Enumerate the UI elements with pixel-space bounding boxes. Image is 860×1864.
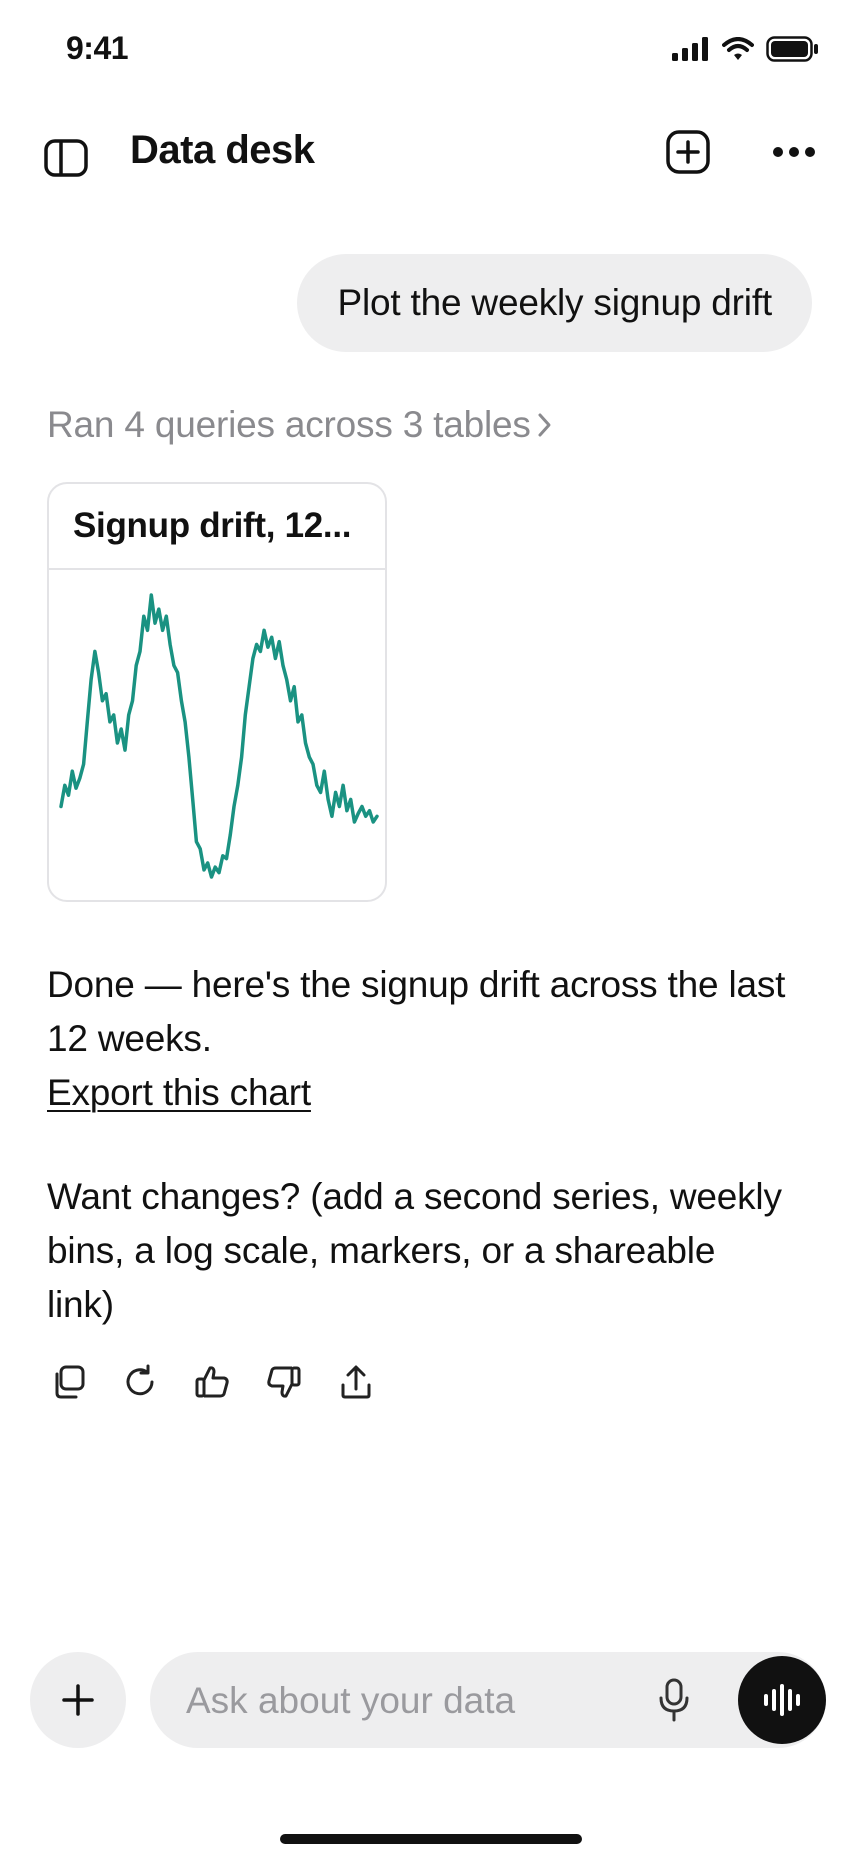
assistant-summary: Done — here's the signup drift across th… bbox=[47, 964, 786, 1059]
message-input[interactable] bbox=[184, 1652, 648, 1750]
regenerate-icon bbox=[126, 1364, 154, 1396]
page-title: Data desk bbox=[130, 128, 315, 172]
chart-card[interactable]: Signup drift, 12... bbox=[47, 482, 387, 902]
voice-mode-button[interactable] bbox=[738, 1656, 826, 1744]
copy-icon bbox=[55, 1365, 85, 1399]
copy-button[interactable] bbox=[44, 1358, 92, 1406]
battery-icon bbox=[766, 36, 818, 62]
user-message-text: Plot the weekly signup drift bbox=[337, 282, 772, 323]
wifi-icon bbox=[722, 37, 754, 60]
export-chart-link[interactable]: Export this chart bbox=[47, 1072, 311, 1113]
thumbs-down-icon bbox=[267, 1366, 301, 1398]
chart-title: Signup drift, 12... bbox=[49, 484, 385, 570]
line-chart bbox=[59, 593, 379, 879]
user-message-bubble: Plot the weekly signup drift bbox=[297, 254, 812, 352]
new-chat-icon bbox=[666, 130, 710, 174]
sidebar-toggle-button[interactable] bbox=[40, 132, 92, 184]
status-icons bbox=[672, 36, 820, 62]
queries-summary-text: Ran 4 queries across 3 tables bbox=[47, 404, 531, 445]
message-actions bbox=[44, 1358, 380, 1406]
composer bbox=[150, 1652, 826, 1750]
share-button[interactable] bbox=[332, 1358, 380, 1406]
voice-waveform-icon bbox=[764, 1684, 800, 1716]
signal-icon bbox=[672, 37, 708, 61]
regenerate-button[interactable] bbox=[116, 1358, 164, 1406]
thumbs-up-icon bbox=[195, 1366, 229, 1398]
chevron-right-icon bbox=[538, 413, 551, 437]
sidebar-toggle-icon bbox=[44, 139, 88, 177]
share-icon bbox=[341, 1365, 371, 1399]
plus-icon bbox=[62, 1684, 94, 1716]
assistant-followup: Want changes? (add a second series, week… bbox=[47, 1176, 782, 1325]
status-time: 9:41 bbox=[66, 30, 129, 66]
thumbs-down-button[interactable] bbox=[260, 1358, 308, 1406]
new-chat-button[interactable] bbox=[664, 128, 712, 176]
assistant-message: Done — here's the signup drift across th… bbox=[47, 958, 787, 1332]
chart-series-line bbox=[59, 593, 379, 879]
queries-summary[interactable]: Ran 4 queries across 3 tables bbox=[47, 404, 553, 446]
microphone-button[interactable] bbox=[644, 1670, 704, 1730]
microphone-icon bbox=[659, 1678, 689, 1722]
home-indicator bbox=[280, 1834, 582, 1844]
thumbs-up-button[interactable] bbox=[188, 1358, 236, 1406]
more-button[interactable] bbox=[770, 132, 818, 172]
attach-button[interactable] bbox=[30, 1652, 126, 1748]
more-icon bbox=[773, 147, 815, 157]
